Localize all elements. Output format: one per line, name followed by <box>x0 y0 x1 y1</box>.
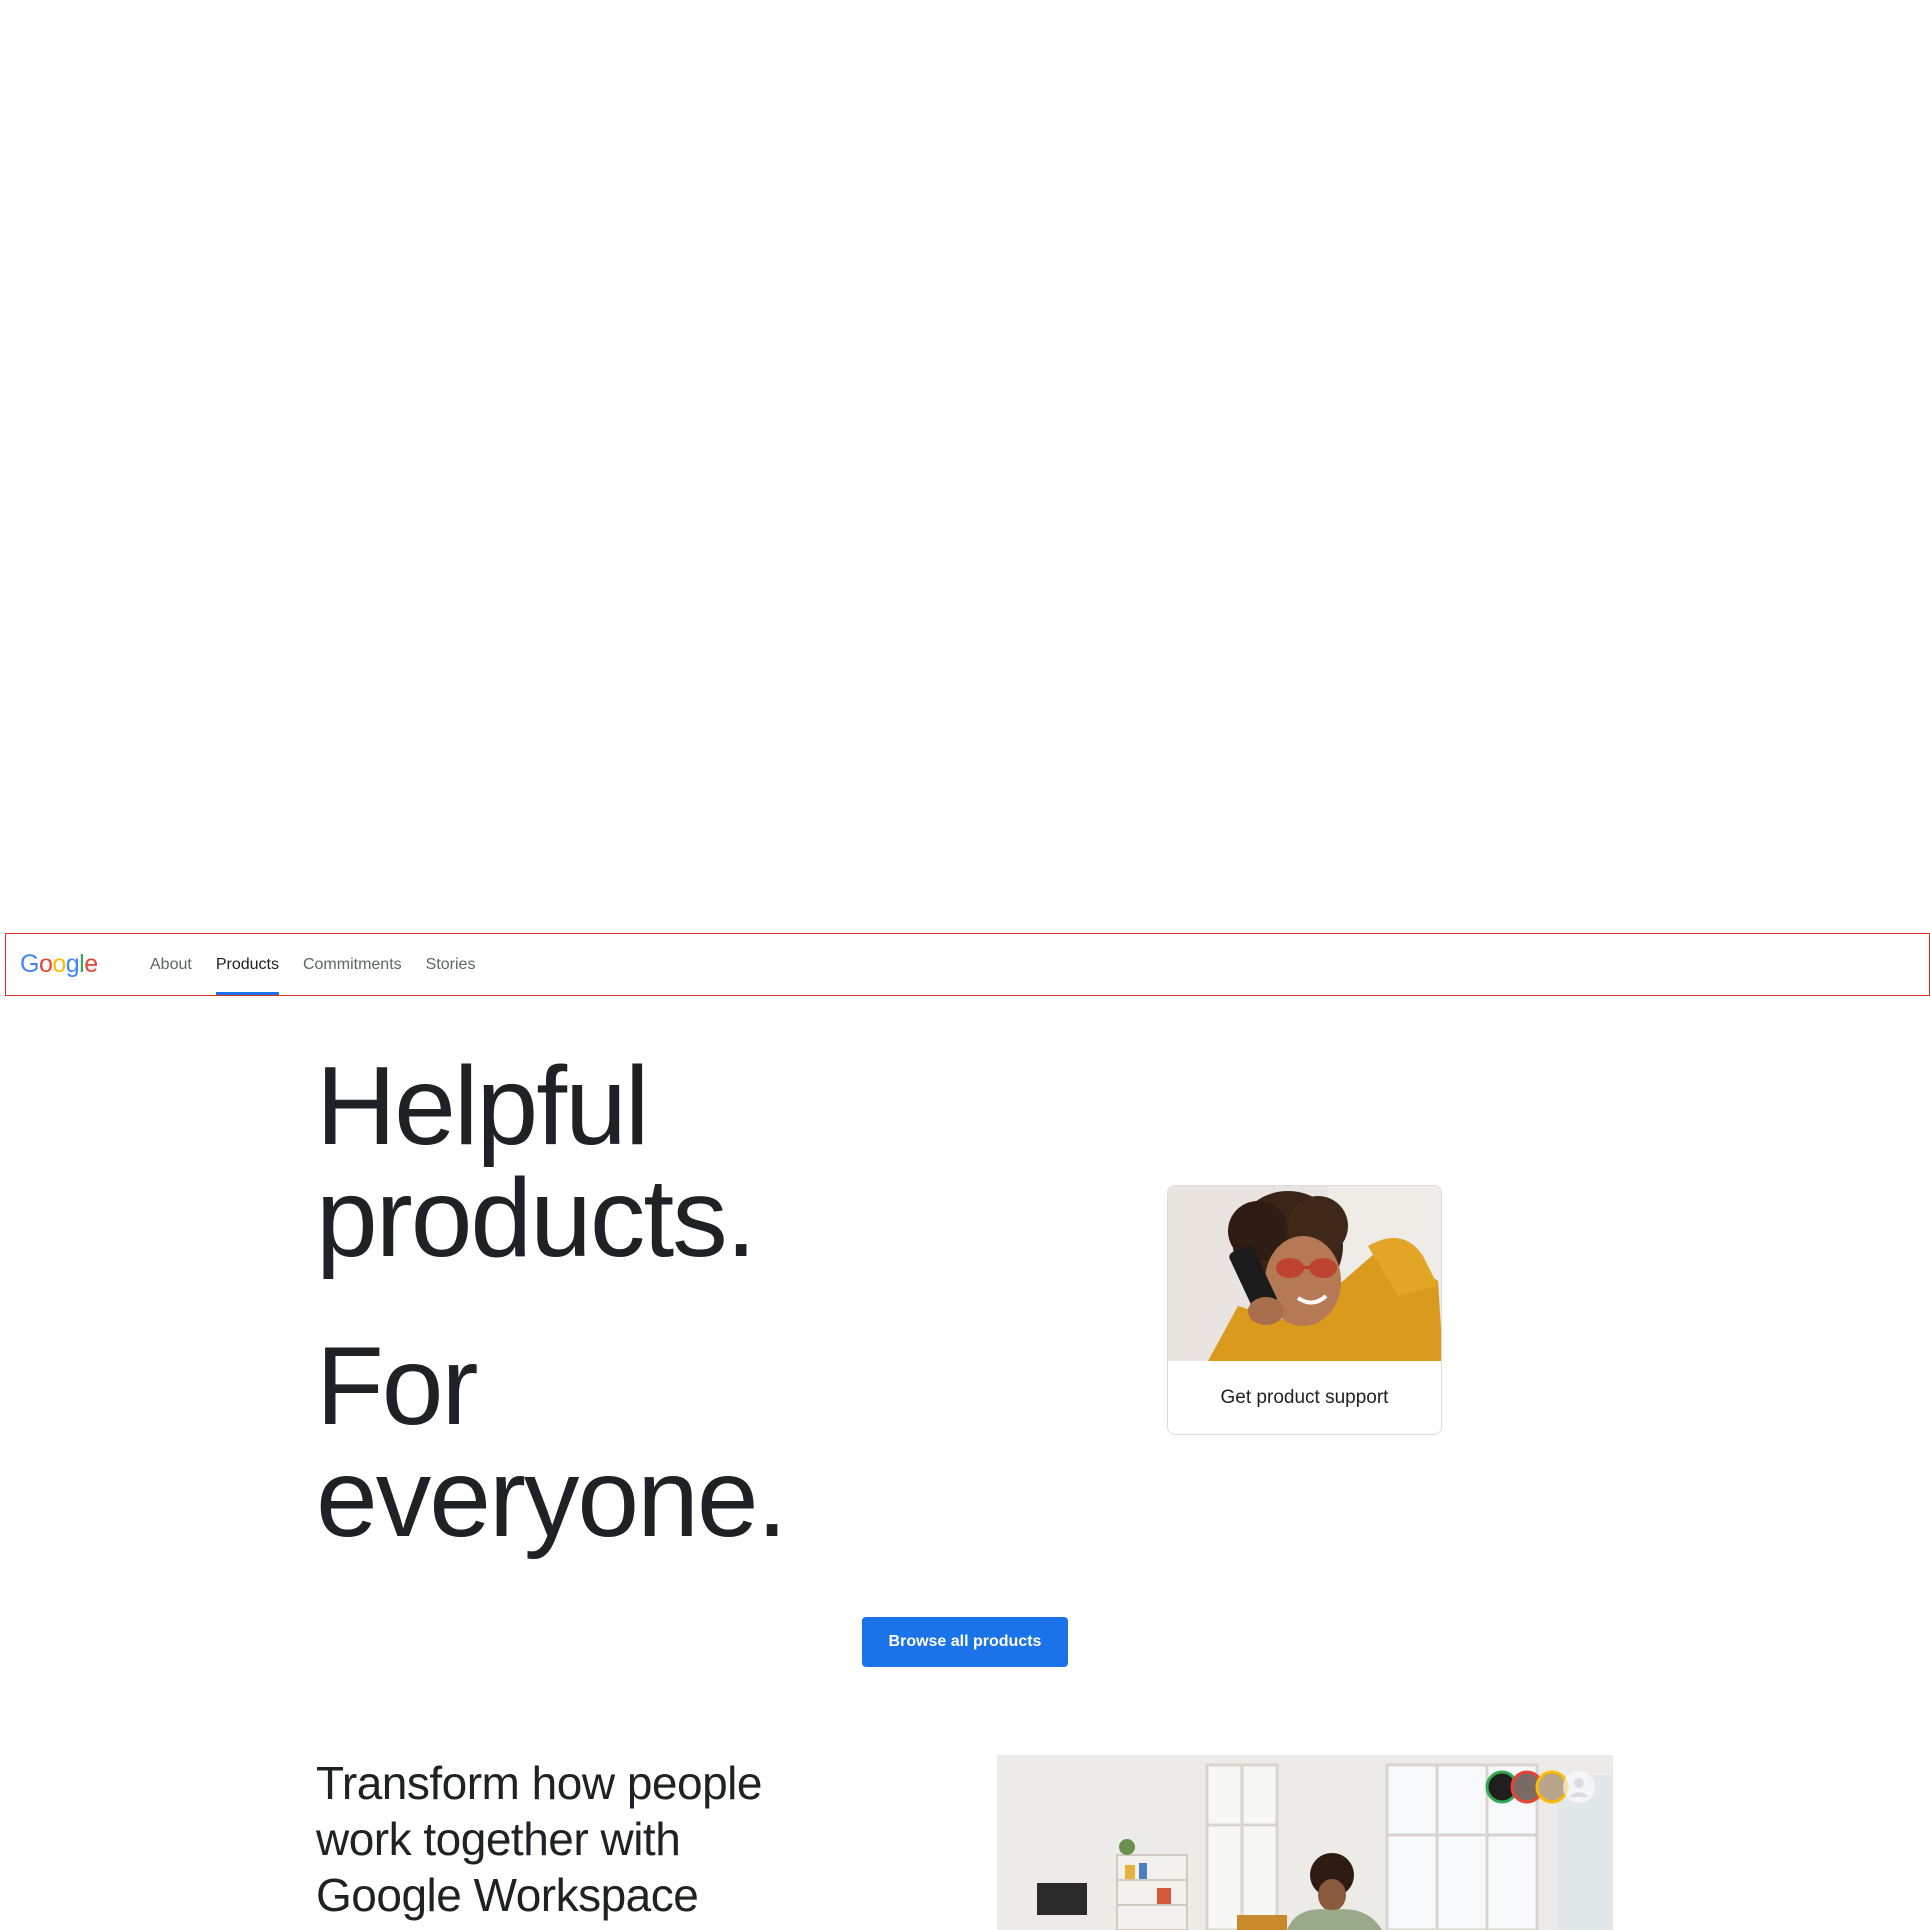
logo-letter: o <box>38 950 53 978</box>
nav-item-commitments[interactable]: Commitments <box>291 934 414 995</box>
support-card-label: Get product support <box>1220 1387 1389 1408</box>
nav-item-products[interactable]: Products <box>204 934 291 995</box>
hero-line: products. <box>316 1156 757 1280</box>
hero-line: For <box>316 1324 478 1448</box>
hero-headline: Helpful products. <box>316 1050 916 1274</box>
google-logo[interactable]: Google <box>20 950 98 979</box>
home-office-photo <box>997 1755 1613 1930</box>
nav-item-about[interactable]: About <box>138 934 204 995</box>
nav-item-stories[interactable]: Stories <box>414 934 488 995</box>
logo-letter: G <box>20 950 39 978</box>
workspace-headline: Transform how people work together with … <box>316 1757 762 1921</box>
browse-all-products-button[interactable]: Browse all products <box>862 1617 1068 1667</box>
product-support-card[interactable]: Get product support <box>1167 1185 1442 1435</box>
hero-line: Helpful <box>316 1044 650 1168</box>
hero-subheadline: For everyone. <box>316 1330 916 1554</box>
main-nav: About Products Commitments Stories <box>138 934 487 995</box>
logo-letter: g <box>65 950 80 978</box>
logo-letter: o <box>52 950 66 978</box>
blank-area <box>0 0 1930 933</box>
person-on-phone-photo <box>1168 1186 1441 1361</box>
logo-letter: e <box>84 950 98 978</box>
site-header: Google About Products Commitments Storie… <box>5 933 1930 996</box>
workspace-photo-panel <box>997 1755 1613 1930</box>
hero-line: everyone. <box>316 1436 787 1560</box>
